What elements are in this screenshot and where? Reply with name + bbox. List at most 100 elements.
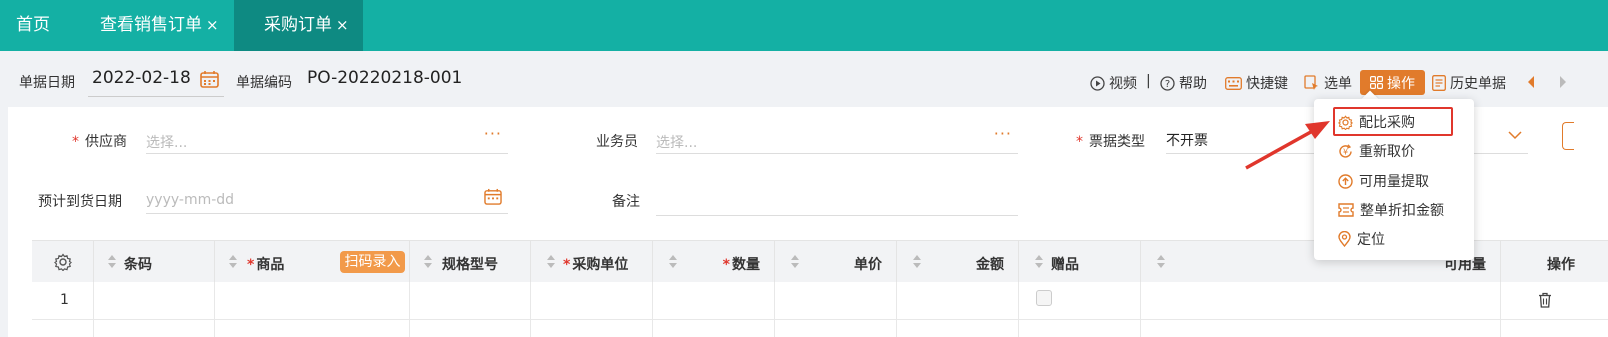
column-label: 操作 xyxy=(1547,257,1575,273)
column-gift[interactable]: 赠品 xyxy=(1019,241,1141,283)
toolbar-separator: | xyxy=(1146,73,1151,89)
column-quantity[interactable]: * 数量 xyxy=(653,241,775,283)
next-arrow-icon[interactable] xyxy=(1558,75,1568,89)
cell-amount[interactable] xyxy=(897,320,1019,337)
sort-icon[interactable] xyxy=(669,255,677,269)
tab-view-sales-order[interactable]: 查看销售订单 × xyxy=(100,0,219,51)
menu-item-order-discount[interactable]: 整单折扣金额 xyxy=(1338,200,1444,220)
column-amount[interactable]: 金额 xyxy=(897,241,1019,283)
menu-item-reprice[interactable]: ¥ 重新取价 xyxy=(1338,141,1415,161)
column-barcode[interactable]: 条码 xyxy=(94,241,215,283)
column-label: 单价 xyxy=(854,257,882,273)
gear-icon[interactable] xyxy=(54,253,72,271)
column-unit-price[interactable]: 单价 xyxy=(775,241,897,283)
price-refresh-icon: ¥ xyxy=(1339,143,1352,158)
menu-item-label: 整单折扣金额 xyxy=(1360,203,1444,219)
column-purchase-unit[interactable]: * 采购单位 xyxy=(531,241,653,283)
sort-icon[interactable] xyxy=(547,255,555,269)
question-circle-icon: ? xyxy=(1160,75,1175,91)
tab-label: 采购订单 xyxy=(264,15,332,35)
close-icon[interactable]: × xyxy=(336,16,349,34)
select-bill-button[interactable]: 选单 xyxy=(1304,73,1352,93)
gift-checkbox[interactable] xyxy=(1036,290,1052,306)
cell-spec[interactable] xyxy=(410,282,531,320)
select-doc-icon xyxy=(1304,75,1318,90)
grid-icon xyxy=(1370,76,1383,89)
column-label: * 商品 xyxy=(247,257,285,273)
cell-barcode[interactable] xyxy=(94,282,215,320)
remark-input[interactable] xyxy=(656,186,1018,216)
supplier-placeholder: 选择... xyxy=(146,135,188,151)
upload-circle-icon xyxy=(1338,173,1353,189)
cell-product[interactable] xyxy=(215,282,410,320)
scan-entry-button[interactable]: 扫码录入 xyxy=(340,251,405,273)
close-icon[interactable]: × xyxy=(206,16,219,34)
salesman-label: 业务员 xyxy=(596,134,638,150)
arrival-date-input[interactable]: yyyy-mm-dd xyxy=(146,184,508,214)
history-label: 历史单据 xyxy=(1450,76,1506,92)
cell-unit[interactable] xyxy=(531,282,653,320)
cell-quantity[interactable] xyxy=(653,282,775,320)
tab-label: 首页 xyxy=(16,15,50,35)
partial-button[interactable] xyxy=(1562,122,1574,150)
cell-amount[interactable] xyxy=(897,282,1019,320)
operate-label: 操作 xyxy=(1387,75,1415,92)
tab-home[interactable]: 首页 xyxy=(16,0,50,51)
shortcut-label: 快捷键 xyxy=(1246,76,1288,92)
more-icon[interactable]: ··· xyxy=(484,124,502,143)
chevron-down-icon xyxy=(1508,131,1522,140)
sort-icon[interactable] xyxy=(108,255,116,269)
prev-arrow-icon[interactable] xyxy=(1526,75,1536,89)
calendar-icon[interactable] xyxy=(484,188,502,205)
supplier-field[interactable]: 选择... ··· xyxy=(146,124,508,154)
cell-quantity[interactable] xyxy=(653,320,775,337)
arrival-date-label: 预计到货日期 xyxy=(38,194,122,210)
cell-spec[interactable] xyxy=(410,320,531,337)
column-label: 条码 xyxy=(124,257,152,273)
tab-label: 查看销售订单 xyxy=(100,15,202,35)
column-label: 金额 xyxy=(976,257,1004,273)
sort-icon[interactable] xyxy=(1157,255,1165,269)
sort-icon[interactable] xyxy=(1035,255,1043,269)
menu-item-label: 重新取价 xyxy=(1359,144,1415,160)
column-label: 规格型号 xyxy=(442,257,498,273)
cell-price[interactable] xyxy=(775,320,897,337)
cell-gift xyxy=(1019,320,1141,337)
menu-item-locate[interactable]: 定位 xyxy=(1338,229,1385,249)
column-spec[interactable]: 规格型号 xyxy=(410,241,531,283)
supplier-label: * 供应商 xyxy=(72,134,127,150)
invoice-type-label: * 票据类型 xyxy=(1076,134,1145,150)
help-button[interactable]: ? 帮助 xyxy=(1160,73,1207,93)
menu-item-label: 可用量提取 xyxy=(1359,174,1429,190)
menu-item-available-extract[interactable]: 可用量提取 xyxy=(1338,171,1429,191)
salesman-placeholder: 选择... xyxy=(656,135,698,151)
more-icon[interactable]: ··· xyxy=(994,124,1012,143)
trash-icon[interactable] xyxy=(1538,292,1552,308)
column-label: * 采购单位 xyxy=(563,257,629,273)
column-settings[interactable] xyxy=(32,241,94,283)
video-button[interactable]: 视频 xyxy=(1090,73,1137,93)
remark-label: 备注 xyxy=(612,194,640,210)
cell-index xyxy=(32,320,94,337)
column-actions: 操作 xyxy=(1501,241,1608,283)
sort-icon[interactable] xyxy=(229,255,237,269)
code-value: PO-20220218-001 xyxy=(307,68,463,88)
row-index: 1 xyxy=(60,292,69,308)
select-bill-label: 选单 xyxy=(1324,76,1352,92)
cell-barcode[interactable] xyxy=(94,320,215,337)
salesman-field[interactable]: 选择... ··· xyxy=(656,124,1018,154)
tab-purchase-order[interactable]: 采购订单 × xyxy=(234,0,363,51)
history-button[interactable]: 历史单据 xyxy=(1432,73,1506,93)
keyboard-icon xyxy=(1225,76,1242,90)
cell-product[interactable] xyxy=(215,320,410,337)
cell-unit[interactable] xyxy=(531,320,653,337)
cell-price[interactable] xyxy=(775,282,897,320)
cell-available xyxy=(1141,320,1501,337)
sort-icon[interactable] xyxy=(424,255,432,269)
help-label: 帮助 xyxy=(1179,76,1207,92)
shortcut-button[interactable]: 快捷键 xyxy=(1225,73,1288,93)
date-input[interactable]: 2022-02-18 xyxy=(92,68,191,88)
sort-icon[interactable] xyxy=(913,255,921,269)
sort-icon[interactable] xyxy=(791,255,799,269)
calendar-icon[interactable] xyxy=(200,70,219,88)
